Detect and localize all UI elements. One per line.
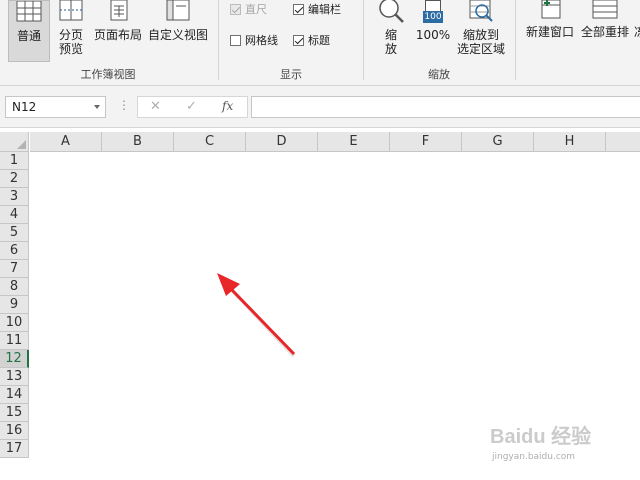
arrange-all-icon bbox=[592, 0, 618, 19]
column-header[interactable]: C bbox=[174, 132, 246, 152]
resize-handle-icon[interactable]: ⋮ bbox=[118, 98, 130, 112]
normal-view-label: 普通 bbox=[16, 29, 41, 43]
watermark-url: jingyan.baidu.com bbox=[492, 452, 576, 462]
column-header[interactable]: G bbox=[462, 132, 534, 152]
row-header[interactable]: 17 bbox=[0, 440, 29, 458]
arrange-all-button[interactable]: 全部重排 bbox=[577, 0, 633, 42]
zoom-label-2: 放 bbox=[384, 42, 397, 56]
row-header[interactable]: 12 bbox=[0, 350, 29, 368]
new-window-icon bbox=[541, 0, 561, 19]
page-layout-icon bbox=[110, 0, 128, 21]
row-header[interactable]: 1 bbox=[0, 152, 29, 170]
formula-input[interactable] bbox=[251, 96, 640, 118]
custom-views-label: 自定义视图 bbox=[147, 28, 208, 42]
zoom-100-button[interactable]: 100 100% bbox=[413, 0, 453, 62]
row-header[interactable]: 6 bbox=[0, 242, 29, 260]
formula-bar-label: 编辑栏 bbox=[308, 3, 341, 16]
column-header[interactable]: B bbox=[102, 132, 174, 152]
zoom-group-label: 缩放 bbox=[428, 68, 450, 81]
row-header[interactable]: 2 bbox=[0, 170, 29, 188]
arrange-all-label: 全部重排 bbox=[580, 25, 629, 39]
workbook-views-group: 普通 分页 预览 页面布局 自定义视图 工作簿视图 bbox=[0, 0, 216, 86]
row-header[interactable]: 7 bbox=[0, 260, 29, 278]
zoom-button[interactable]: 缩 放 bbox=[373, 0, 409, 62]
row-header[interactable]: 5 bbox=[0, 224, 29, 242]
watermark-logo: Baidu 经验 bbox=[490, 426, 592, 448]
zoom-group: 缩 放 100 100% 缩放到 选定区域 缩放 bbox=[365, 0, 513, 86]
headings-checkbox[interactable]: 标题 bbox=[293, 32, 330, 48]
workbook-views-group-label: 工作簿视图 bbox=[80, 68, 136, 81]
row-header[interactable]: 16 bbox=[0, 422, 29, 440]
row-header[interactable]: 9 bbox=[0, 296, 29, 314]
name-box[interactable]: N12 bbox=[5, 96, 106, 118]
window-group: 新建窗口 全部重排 冻 bbox=[517, 0, 640, 86]
page-break-preview-icon bbox=[59, 0, 83, 21]
column-header[interactable] bbox=[606, 132, 640, 152]
row-header[interactable]: 4 bbox=[0, 206, 29, 224]
insert-function-icon[interactable]: fx bbox=[222, 99, 233, 113]
zoom-to-selection-icon bbox=[469, 0, 493, 22]
row-header[interactable]: 10 bbox=[0, 314, 29, 332]
ribbon-separator bbox=[515, 0, 516, 80]
column-header[interactable]: H bbox=[534, 132, 606, 152]
freeze-panes-label: 冻 bbox=[633, 25, 640, 39]
formula-bar-check-box bbox=[293, 3, 304, 15]
page-break-preview-button[interactable]: 分页 预览 bbox=[52, 0, 90, 62]
watermark: Baidu 经验 jingyan.baidu.com bbox=[490, 412, 635, 472]
zoom-selection-label-2: 选定区域 bbox=[456, 42, 505, 56]
select-all-button[interactable] bbox=[0, 132, 29, 152]
normal-view-button[interactable]: 普通 bbox=[8, 0, 50, 62]
gridlines-check-box bbox=[230, 34, 241, 46]
zoom-100-badge: 100 bbox=[423, 11, 443, 23]
ruler-checkbox[interactable]: 直尺 bbox=[230, 1, 267, 17]
chevron-down-icon[interactable] bbox=[94, 105, 100, 109]
ruler-check-box bbox=[230, 3, 241, 15]
row-header[interactable]: 15 bbox=[0, 404, 29, 422]
zoom-100-icon: 100 bbox=[421, 0, 445, 24]
page-layout-label: 页面布局 bbox=[93, 28, 142, 42]
column-header[interactable]: E bbox=[318, 132, 390, 152]
headings-label: 标题 bbox=[308, 34, 330, 47]
cancel-icon[interactable]: ✕ bbox=[150, 99, 161, 114]
column-header[interactable]: A bbox=[30, 132, 102, 152]
column-header[interactable]: F bbox=[390, 132, 462, 152]
show-group-label: 显示 bbox=[280, 68, 302, 81]
formula-bar-checkbox[interactable]: 编辑栏 bbox=[293, 1, 341, 17]
magnifier-icon bbox=[379, 0, 404, 23]
ribbon-separator bbox=[218, 0, 219, 80]
freeze-panes-button[interactable]: 冻 bbox=[630, 25, 640, 45]
row-header[interactable]: 14 bbox=[0, 386, 29, 404]
page-break-preview-label-1: 分页 bbox=[58, 28, 83, 42]
enter-check-icon[interactable]: ✓ bbox=[186, 99, 197, 114]
new-window-label: 新建窗口 bbox=[525, 25, 574, 39]
headings-check-box bbox=[293, 34, 304, 46]
ribbon: 普通 分页 预览 页面布局 自定义视图 工作簿视图 直尺 编辑栏 网格线 标题 … bbox=[0, 0, 640, 86]
show-group: 直尺 编辑栏 网格线 标题 显示 bbox=[220, 0, 362, 86]
page-layout-button[interactable]: 页面布局 bbox=[92, 0, 144, 62]
row-header[interactable]: 8 bbox=[0, 278, 29, 296]
ribbon-separator bbox=[363, 0, 364, 80]
custom-views-button[interactable]: 自定义视图 bbox=[146, 0, 210, 62]
page-break-preview-label-2: 预览 bbox=[58, 42, 83, 56]
zoom-100-label: 100% bbox=[415, 28, 451, 42]
zoom-label-1: 缩 bbox=[384, 28, 397, 42]
normal-view-icon bbox=[16, 1, 42, 22]
zoom-selection-label-1: 缩放到 bbox=[462, 28, 499, 42]
gridlines-checkbox[interactable]: 网格线 bbox=[230, 32, 278, 48]
column-header[interactable]: D bbox=[246, 132, 318, 152]
custom-views-icon bbox=[166, 0, 190, 21]
name-box-value: N12 bbox=[12, 100, 37, 114]
formula-bar-row: N12 ⋮ ✕ ✓ fx bbox=[0, 86, 640, 128]
gridlines-label: 网格线 bbox=[245, 34, 278, 47]
formula-tools: ✕ ✓ fx bbox=[137, 96, 248, 118]
row-header[interactable]: 3 bbox=[0, 188, 29, 206]
zoom-to-selection-button[interactable]: 缩放到 选定区域 bbox=[455, 0, 507, 62]
new-window-button[interactable]: 新建窗口 bbox=[521, 0, 579, 42]
row-header[interactable]: 13 bbox=[0, 368, 29, 386]
row-header[interactable]: 11 bbox=[0, 332, 29, 350]
ruler-label: 直尺 bbox=[245, 3, 267, 16]
